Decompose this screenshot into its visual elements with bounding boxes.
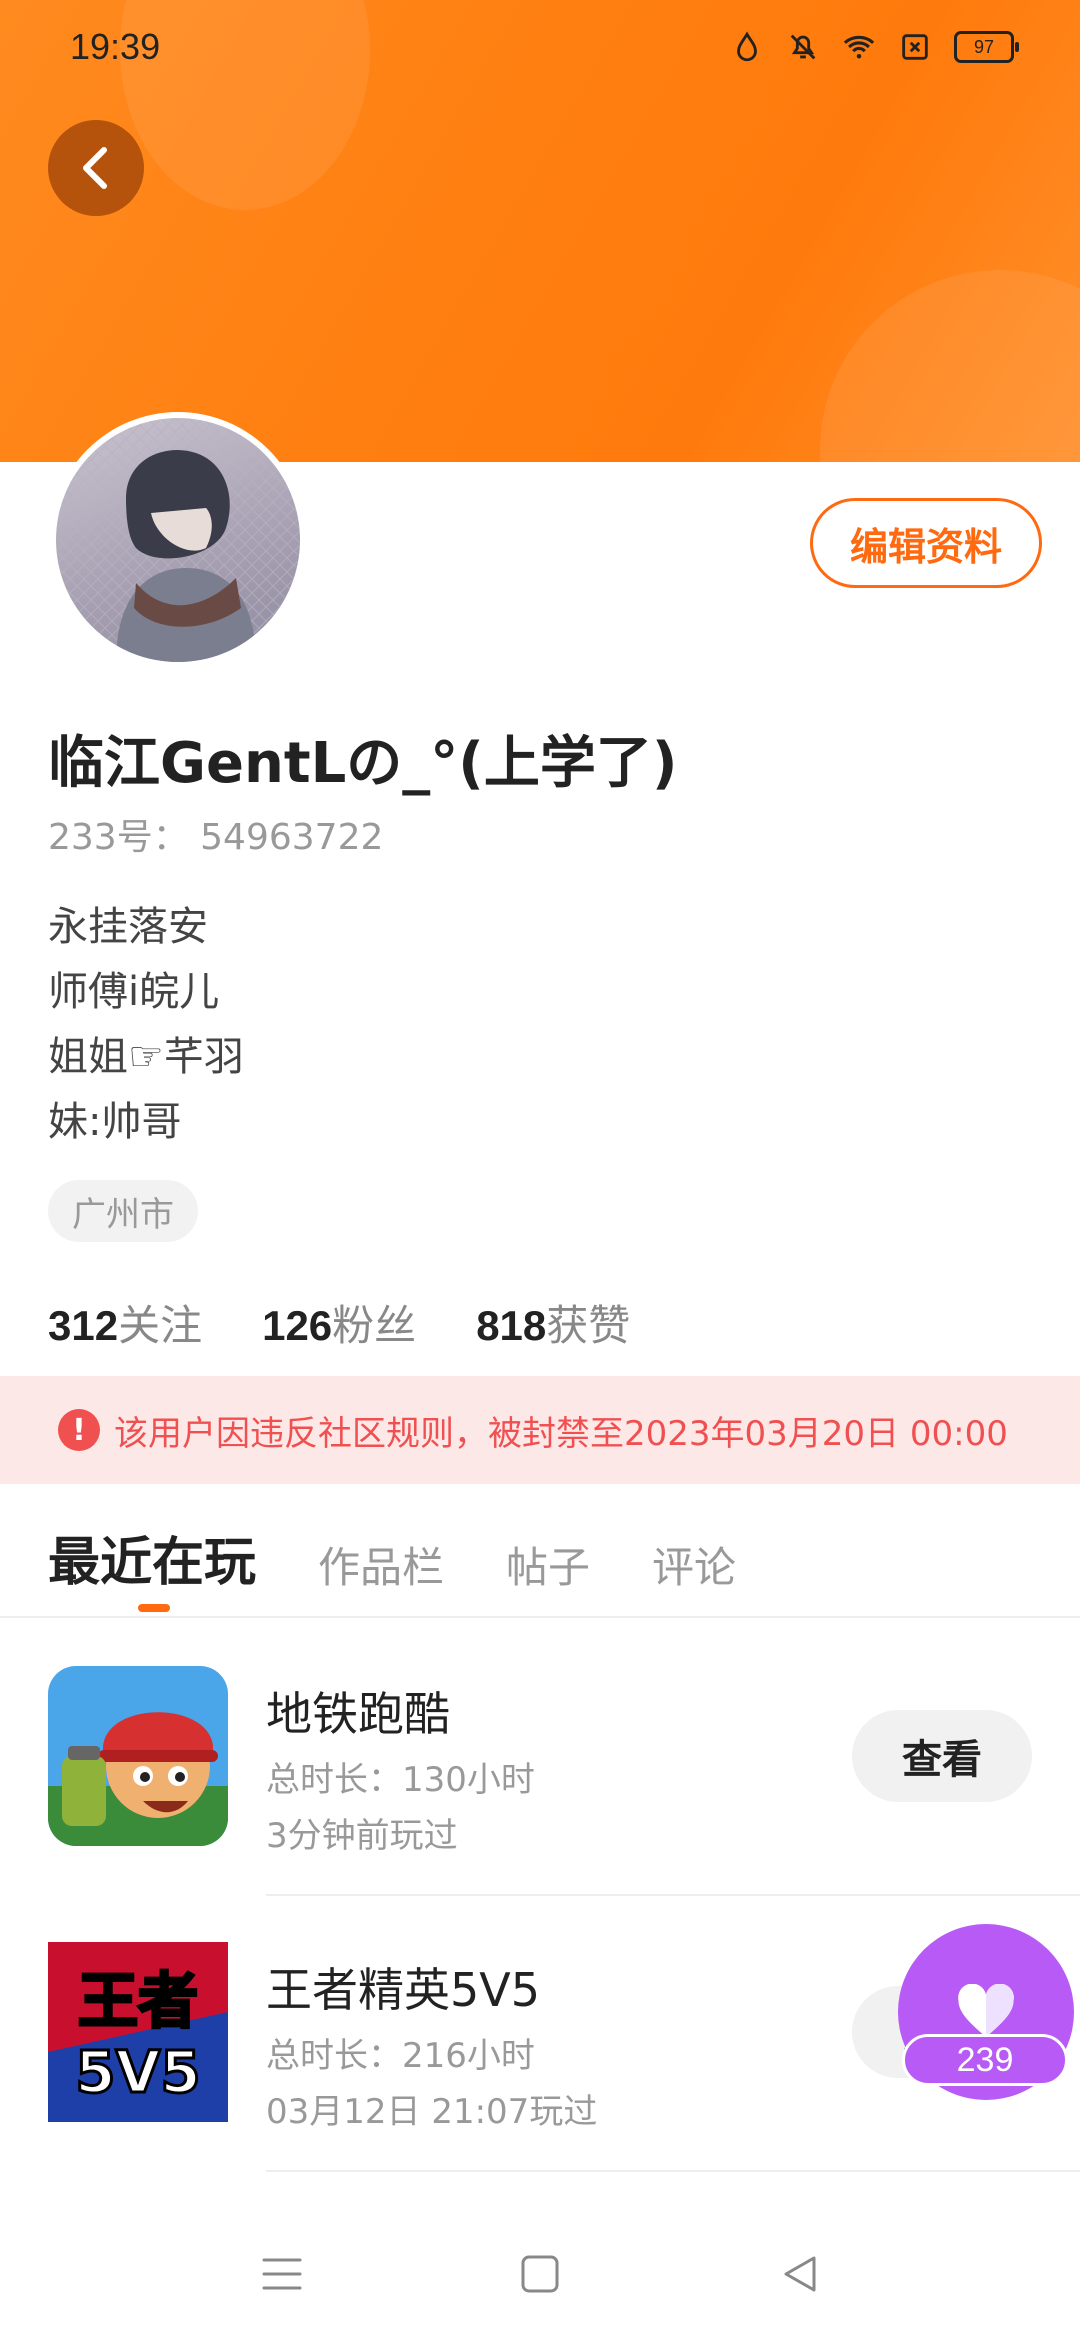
drop-icon [737,31,757,62]
stats-row: 312关注 126粉丝 818获赞 [48,1292,630,1353]
game-title: 地铁跑酷 [266,1687,450,1741]
menu-button[interactable] [252,2244,312,2304]
edit-profile-button[interactable]: 编辑资料 [810,498,1042,588]
stat-likes[interactable]: 818获赞 [476,1292,630,1353]
stat-label: 粉丝 [332,1301,417,1350]
username: 临江GentLの_°(上学了) [48,731,678,796]
status-bar: 19:39 97 [0,0,1080,96]
bio: 永挂落安 师傅i皖儿 姐姐☞芊羽 妹:帅哥 [48,895,244,1155]
status-icons: 97 [730,30,1019,64]
home-square-icon [521,2255,559,2293]
divider [266,1894,1080,1896]
menu-icon [262,2258,302,2290]
game-duration: 总时长：130小时 [266,1760,535,1800]
stat-label: 获赞 [546,1301,631,1350]
game-last-played: 03月12日 21:07玩过 [266,2092,598,2132]
stat-following[interactable]: 312关注 [48,1292,202,1353]
tab-comments[interactable]: 评论 [652,1534,736,1595]
chevron-left-icon [83,147,107,189]
bio-line: 姐姐☞芊羽 [48,1034,244,1080]
icon-text: 5V5 [75,2038,201,2106]
stat-followers[interactable]: 126粉丝 [262,1292,416,1353]
wifi-icon [843,35,875,59]
ban-notice: ! 该用户因违反社区规则，被封禁至2023年03月20日 00:00 [0,1376,1080,1484]
profile-tabs: 最近在玩 作品栏 帖子 评论 [48,1520,736,1612]
ban-notice-text: 该用户因违反社区规则，被封禁至2023年03月20日 00:00 [114,1413,1008,1454]
game-last-played: 3分钟前玩过 [266,1816,458,1856]
subway-surfers-icon [48,1666,228,1846]
profile-page: 19:39 97 编辑资料 临江GentLの_°(上学了) 233号： 5496… [0,0,1080,2340]
status-time: 19:39 [70,26,161,67]
bio-line: 妹:帅哥 [48,1099,182,1145]
sim-icon [902,34,928,60]
stat-number: 126 [262,1302,333,1349]
honor-of-kings-icon: 王者 5V5 [48,1942,228,2122]
back-triangle-icon [784,2256,816,2292]
like-count: 239 [902,2034,1068,2086]
location-tag: 广州市 [48,1180,198,1242]
view-button[interactable]: 查看 [852,1710,1032,1802]
tab-posts[interactable]: 帖子 [506,1534,590,1595]
game-duration: 总时长：216小时 [266,2036,535,2076]
avatar[interactable] [50,412,306,668]
warning-icon: ! [58,1409,100,1451]
battery-indicator: 97 [954,31,1019,63]
banner-decoration [820,270,1080,462]
game-title: 王者精英5V5 [266,1963,541,2017]
tab-recently-played[interactable]: 最近在玩 [48,1520,256,1612]
stat-label: 关注 [118,1301,203,1350]
stat-number: 312 [48,1302,119,1349]
user-id: 233号： 54963722 [48,817,384,858]
back-nav-button[interactable] [770,2244,830,2304]
system-nav-bar [0,2200,1080,2340]
avatar-image [56,418,300,662]
divider [266,2170,1080,2172]
divider [0,1616,1080,1618]
icon-text: 王者 [78,1967,198,2037]
bio-line: 永挂落安 [48,904,208,950]
heart-icon [958,1984,1014,2037]
tab-works[interactable]: 作品栏 [318,1534,444,1595]
home-button[interactable] [510,2244,570,2304]
mute-bell-icon [790,34,816,60]
bio-line: 师傅i皖儿 [48,969,220,1015]
stat-number: 818 [476,1302,547,1349]
back-button[interactable] [48,120,144,216]
list-item[interactable]: 地铁跑酷 总时长：130小时 3分钟前玩过 查看 [0,1640,1080,1920]
